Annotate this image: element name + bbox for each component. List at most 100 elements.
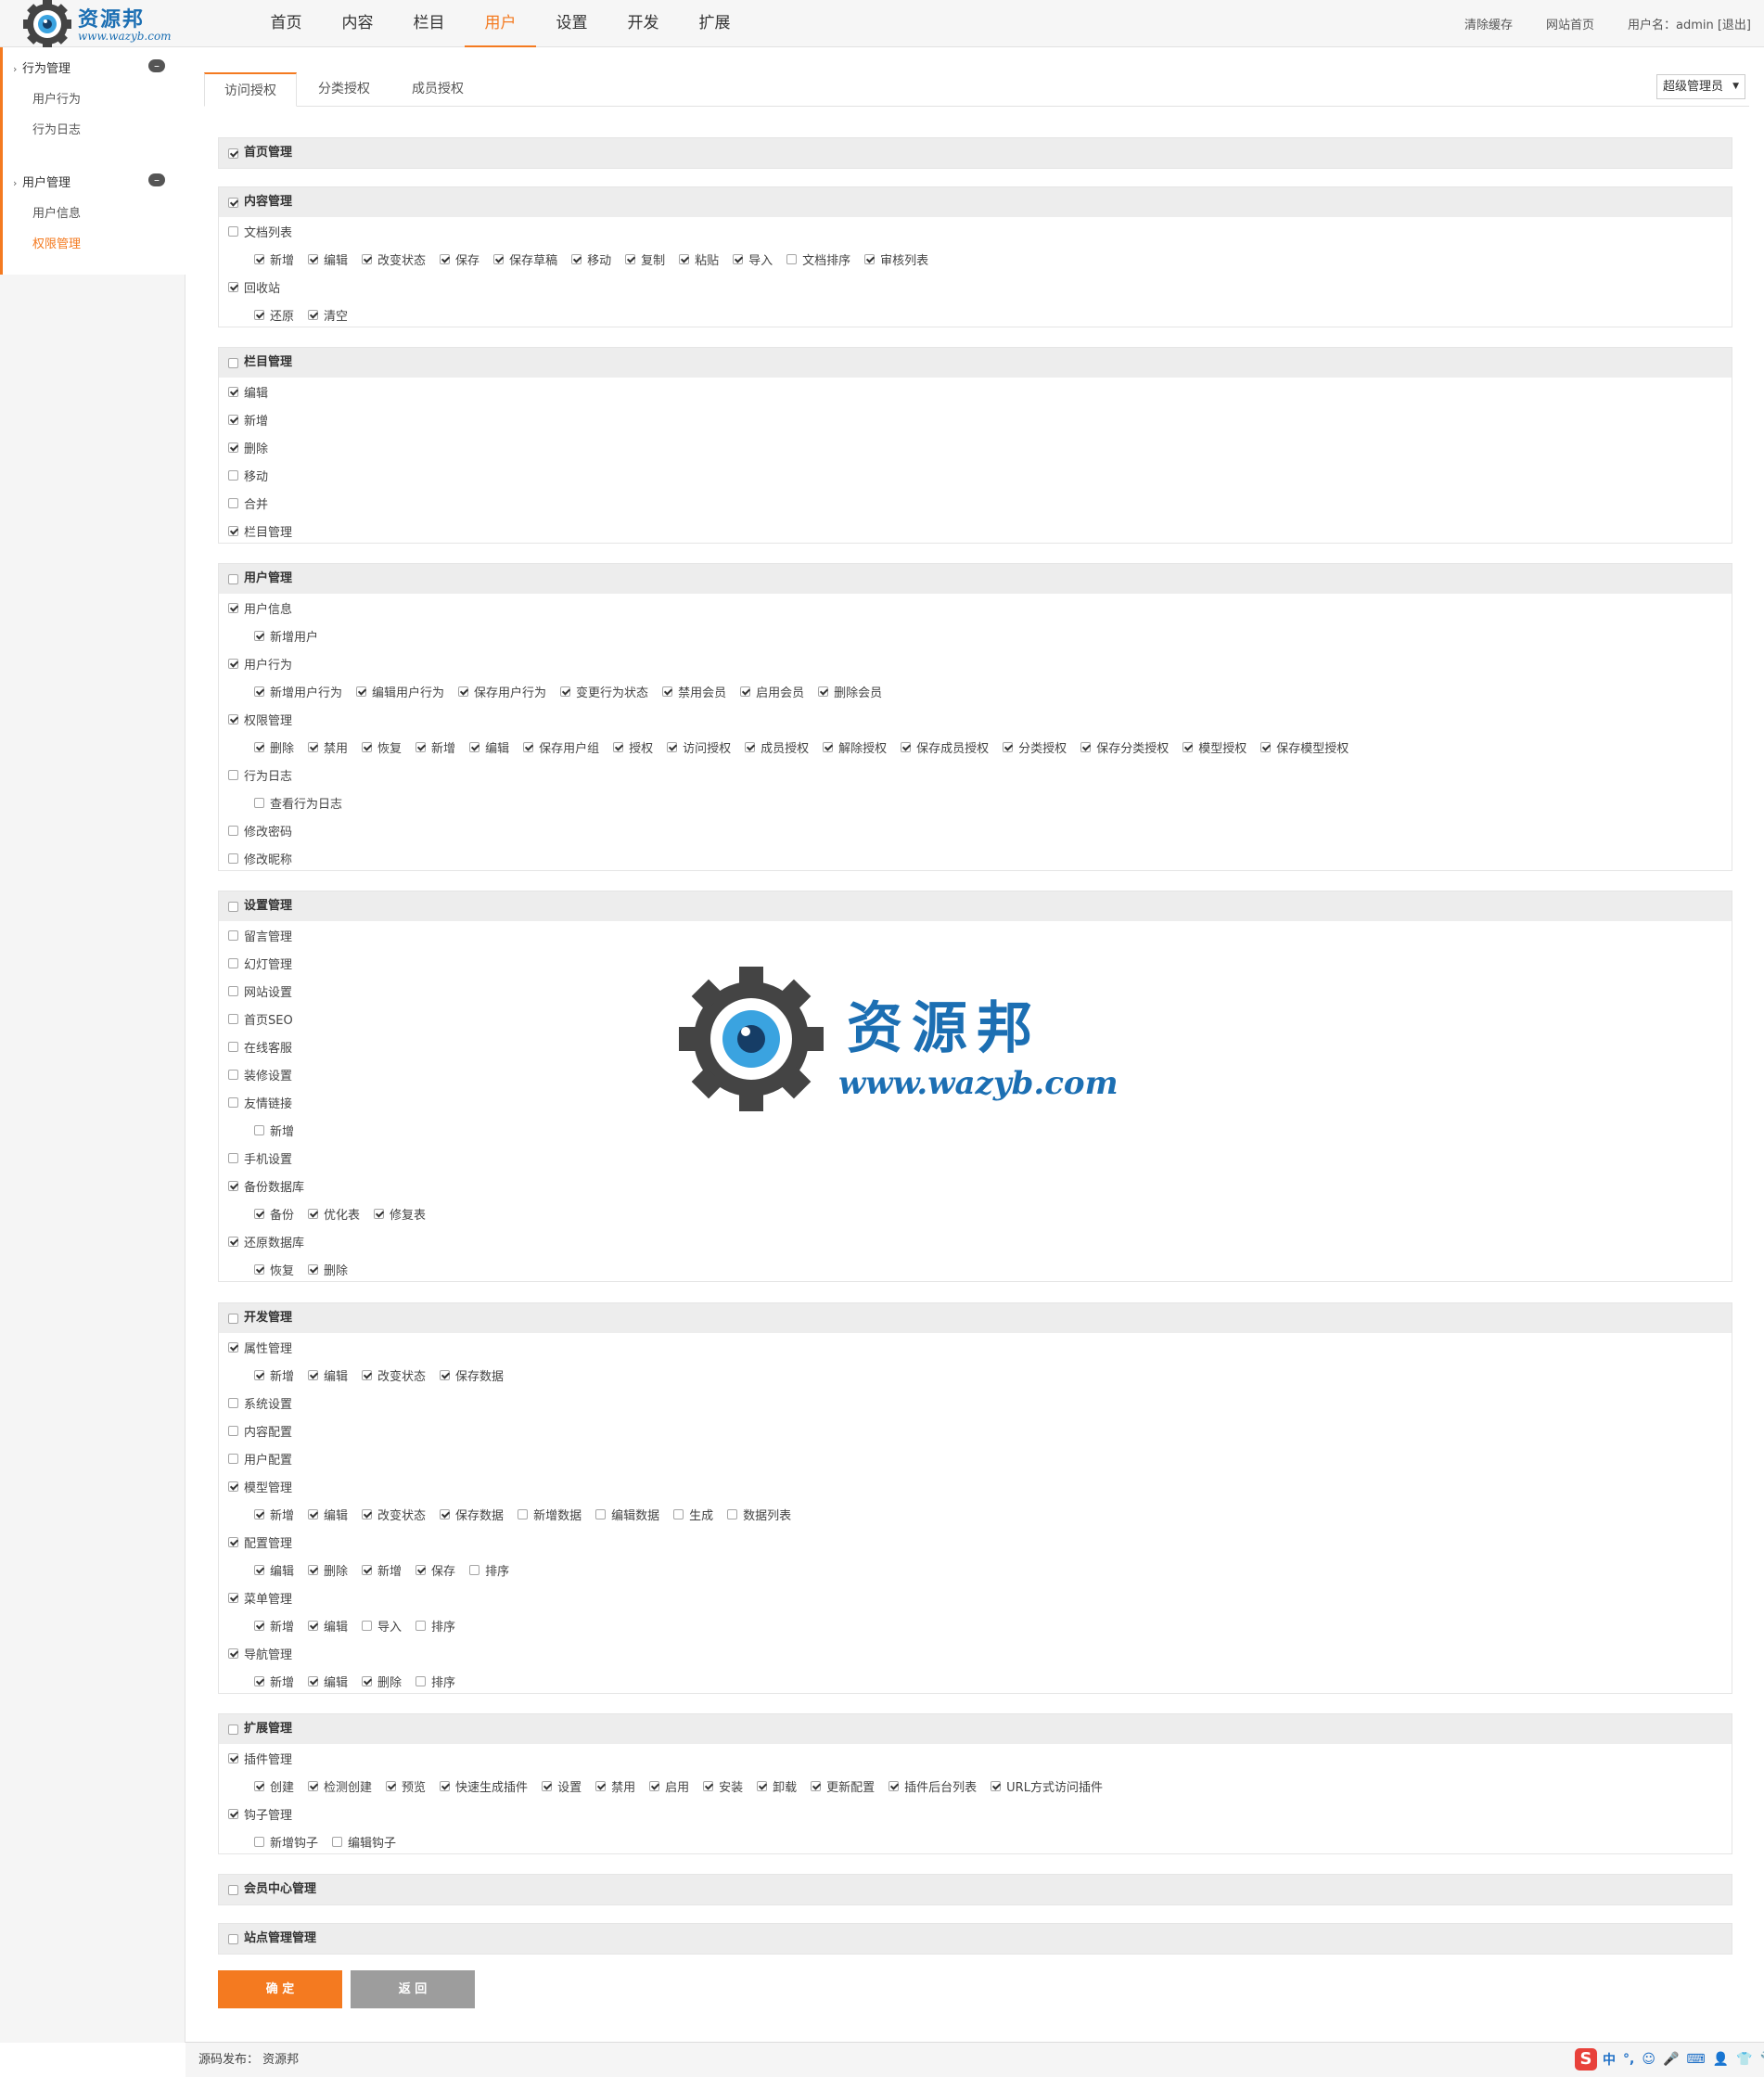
permission-option[interactable]: 更新配置 xyxy=(811,1777,875,1795)
permission-checkbox[interactable] xyxy=(228,769,238,780)
permission-option[interactable]: 检测创建 xyxy=(308,1777,372,1795)
permission-checkbox[interactable] xyxy=(362,1508,373,1519)
confirm-button[interactable]: 确 定 xyxy=(218,1970,342,2008)
permission-checkbox[interactable] xyxy=(228,930,238,941)
permission-option[interactable]: 排序 xyxy=(469,1561,509,1579)
permission-checkbox[interactable] xyxy=(362,253,373,264)
permission-checkbox[interactable] xyxy=(613,741,624,752)
permission-option[interactable]: 删除 xyxy=(228,439,268,456)
permission-checkbox[interactable] xyxy=(254,253,264,264)
permission-checkbox[interactable] xyxy=(254,1508,264,1519)
permission-option[interactable]: 新增 xyxy=(254,250,294,268)
permission-option[interactable]: 禁用 xyxy=(308,738,348,756)
sidebar-group-behavior[interactable]: › 行为管理 xyxy=(13,58,70,76)
permission-checkbox[interactable] xyxy=(228,1397,238,1408)
permission-checkbox[interactable] xyxy=(415,1564,427,1575)
permission-checkbox[interactable] xyxy=(308,1675,319,1686)
logo[interactable]: 资源邦 www.wazyb.com xyxy=(20,0,187,47)
permission-option[interactable]: 成员授权 xyxy=(745,738,809,756)
permission-checkbox[interactable] xyxy=(308,1369,319,1380)
permission-option[interactable]: 生成 xyxy=(673,1506,713,1523)
permission-checkbox[interactable] xyxy=(1003,741,1014,752)
permission-option[interactable]: 新增 xyxy=(415,738,455,756)
permission-option[interactable]: 新增 xyxy=(228,411,268,429)
permission-checkbox[interactable] xyxy=(228,1592,238,1603)
permission-checkbox[interactable] xyxy=(228,525,238,536)
permission-checkbox[interactable] xyxy=(991,1780,1002,1791)
permission-option[interactable]: 保存 xyxy=(440,250,479,268)
permission-option[interactable]: 模型授权 xyxy=(1182,738,1246,756)
permission-checkbox[interactable] xyxy=(440,1508,451,1519)
permission-option[interactable]: 钩子管理 xyxy=(228,1805,292,1823)
permission-checkbox[interactable] xyxy=(254,1564,264,1575)
permission-option[interactable]: 编辑 xyxy=(469,738,509,756)
permission-checkbox[interactable] xyxy=(254,797,264,808)
permission-checkbox[interactable] xyxy=(332,1836,343,1847)
permission-option[interactable]: 行为日志 xyxy=(228,766,292,784)
permission-option[interactable]: 删除 xyxy=(254,738,294,756)
permission-option[interactable]: 排序 xyxy=(415,1617,455,1635)
permission-checkbox[interactable] xyxy=(595,1508,607,1519)
permission-checkbox[interactable] xyxy=(469,1564,480,1575)
permission-checkbox[interactable] xyxy=(228,469,238,481)
sidebar-item-user-info[interactable]: 用户信息 xyxy=(32,203,81,221)
permission-checkbox[interactable] xyxy=(228,1152,238,1163)
permission-option[interactable]: 变更行为状态 xyxy=(560,683,648,700)
permission-checkbox[interactable] xyxy=(727,1508,738,1519)
user-logout-link[interactable]: 用户名：admin [退出] xyxy=(1628,15,1751,32)
permission-checkbox[interactable] xyxy=(228,1096,238,1108)
permission-option[interactable]: 备份 xyxy=(254,1205,294,1223)
permission-option[interactable]: 排序 xyxy=(415,1673,455,1690)
permission-option[interactable]: 用户配置 xyxy=(228,1450,292,1468)
permission-checkbox[interactable] xyxy=(469,741,480,752)
permission-checkbox[interactable] xyxy=(228,1180,238,1191)
section-checkbox[interactable] xyxy=(228,1933,238,1944)
tab-access[interactable]: 访问授权 xyxy=(204,72,297,107)
permission-option[interactable]: 新增用户行为 xyxy=(254,683,342,700)
permission-checkbox[interactable] xyxy=(228,1236,238,1247)
permission-checkbox[interactable] xyxy=(362,1564,373,1575)
permission-option[interactable]: 还原数据库 xyxy=(228,1233,304,1250)
permission-option[interactable]: 创建 xyxy=(254,1777,294,1795)
sidebar-item-permission[interactable]: 权限管理 xyxy=(32,234,81,251)
permission-option[interactable]: 还原 xyxy=(254,306,294,324)
permission-option[interactable]: 导入 xyxy=(733,250,773,268)
section-checkbox[interactable] xyxy=(228,1884,238,1895)
permission-checkbox[interactable] xyxy=(415,1675,427,1686)
permission-checkbox[interactable] xyxy=(228,713,238,724)
permission-checkbox[interactable] xyxy=(356,686,367,697)
permission-checkbox[interactable] xyxy=(254,1263,264,1275)
permission-checkbox[interactable] xyxy=(308,253,319,264)
permission-option[interactable]: 新增 xyxy=(254,1122,294,1139)
permission-option[interactable]: 保存数据 xyxy=(440,1506,504,1523)
permission-option[interactable]: 编辑 xyxy=(228,383,268,401)
permission-checkbox[interactable] xyxy=(415,1620,427,1631)
back-button[interactable]: 返 回 xyxy=(351,1970,475,2008)
permission-checkbox[interactable] xyxy=(733,253,744,264)
permission-option[interactable]: 删除 xyxy=(308,1561,348,1579)
permission-checkbox[interactable] xyxy=(254,1675,264,1686)
permission-option[interactable]: 保存分类授权 xyxy=(1080,738,1169,756)
permission-checkbox[interactable] xyxy=(254,1836,264,1847)
permission-checkbox[interactable] xyxy=(254,309,264,320)
permission-option[interactable]: 回收站 xyxy=(228,278,280,296)
permission-checkbox[interactable] xyxy=(415,741,427,752)
permission-checkbox[interactable] xyxy=(1182,741,1194,752)
permission-checkbox[interactable] xyxy=(228,1069,238,1080)
permission-option[interactable]: 审核列表 xyxy=(864,250,928,268)
permission-option[interactable]: 禁用会员 xyxy=(662,683,726,700)
permission-checkbox[interactable] xyxy=(571,253,582,264)
permission-checkbox[interactable] xyxy=(254,1620,264,1631)
tray-icon-5[interactable]: 👕 xyxy=(1736,2052,1752,2067)
permission-option[interactable]: 文档排序 xyxy=(786,250,850,268)
tab-category[interactable]: 分类授权 xyxy=(298,72,390,107)
permission-checkbox[interactable] xyxy=(458,686,469,697)
permission-checkbox[interactable] xyxy=(386,1780,397,1791)
permission-option[interactable]: 编辑数据 xyxy=(595,1506,659,1523)
permission-checkbox[interactable] xyxy=(308,1263,319,1275)
permission-checkbox[interactable] xyxy=(254,1124,264,1135)
permission-option[interactable]: 用户行为 xyxy=(228,655,292,673)
permission-option[interactable]: 恢复 xyxy=(254,1261,294,1278)
permission-checkbox[interactable] xyxy=(228,1647,238,1659)
permission-checkbox[interactable] xyxy=(254,1369,264,1380)
